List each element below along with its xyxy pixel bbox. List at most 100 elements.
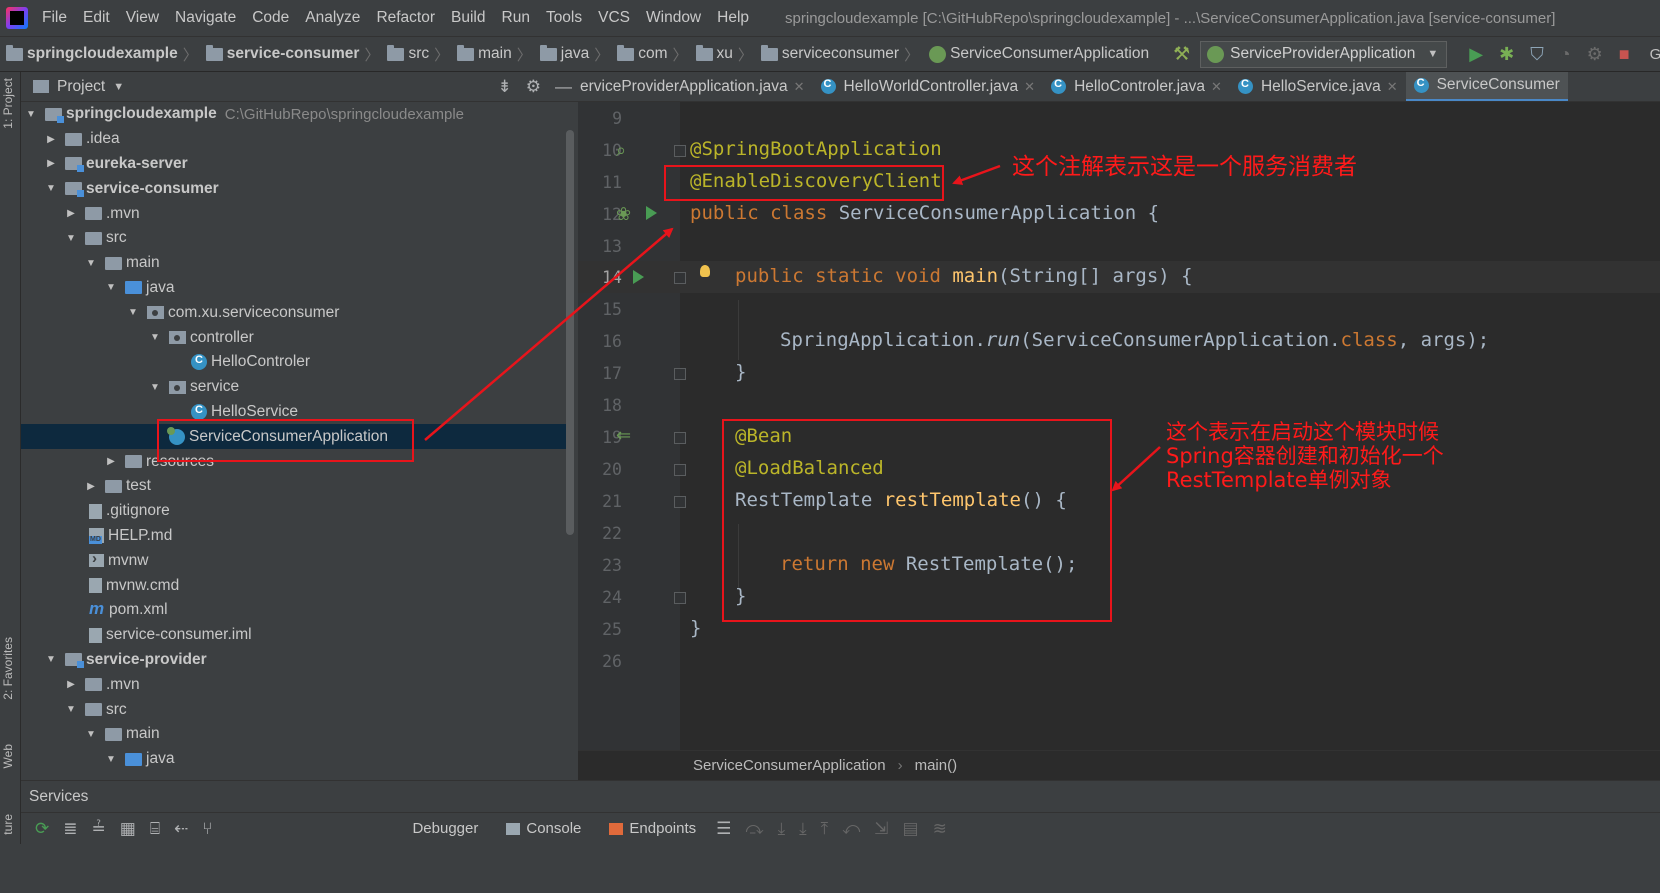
close-icon[interactable]: ✕ [794,79,805,95]
menu-run[interactable]: Run [502,9,530,27]
tree-node-provider-main[interactable]: ▼ main [21,722,566,747]
tab-serviceconsumerapplication[interactable]: ServiceConsumer [1405,72,1568,101]
debug-icon[interactable]: ✱ [1499,44,1514,65]
menu-window[interactable]: Window [646,9,701,27]
tree-node-main[interactable]: ▼ main [21,251,566,276]
force-step-into-icon[interactable]: ⤓ [799,819,807,839]
tab-debugger[interactable]: Debugger [412,820,478,837]
tree-node-controller[interactable]: ▼ controller [21,325,566,350]
tree-collapsed-arrow-icon[interactable]: ▶ [85,481,97,492]
tree-node-iml[interactable]: service-consumer.iml [21,623,566,648]
lightbulb-icon[interactable] [700,265,710,277]
tab-console[interactable]: Console [506,820,581,837]
menu-refactor[interactable]: Refactor [376,9,435,27]
navigate-back-icon[interactable]: ⇠ [174,819,188,839]
coverage-icon[interactable]: ⛉ [1530,44,1544,65]
fold-marker-icon[interactable] [674,464,686,476]
tree-expanded-arrow-icon[interactable]: ▼ [127,307,139,318]
tree-collapsed-arrow-icon[interactable]: ▶ [45,134,57,145]
menu-view[interactable]: View [126,9,159,27]
tree-expanded-arrow-icon[interactable]: ▼ [65,704,77,715]
crumb-serviceconsumer[interactable]: serviceconsumer 〉 [755,44,921,65]
tree-node-idea[interactable]: ▶ .idea [21,127,566,152]
favorites-tool-tab[interactable]: 2: Favorites [1,637,15,700]
collapse-all-icon[interactable]: ⇟ [498,77,512,97]
menu-file[interactable]: File [42,9,67,27]
project-tool-tab[interactable]: 1: Project [1,78,15,129]
menu-navigate[interactable]: Navigate [175,9,236,27]
profile-icon[interactable]: ◔ [1560,44,1571,65]
menu-analyze[interactable]: Analyze [305,9,360,27]
collapse-all-icon[interactable]: ≟ [92,819,106,839]
tree-node-mvn[interactable]: ▶ .mvn [21,201,566,226]
tree-expanded-arrow-icon[interactable]: ▼ [149,382,161,393]
project-view-select[interactable]: Project [57,78,105,96]
stop-icon[interactable]: ■ [1619,44,1630,65]
tab-helloservice[interactable]: HelloService.java✕ [1230,72,1406,101]
fold-marker-icon[interactable] [674,145,686,157]
menu-vcs[interactable]: VCS [598,9,630,27]
tree-collapsed-arrow-icon[interactable]: ▶ [45,158,57,169]
tree-node-pom-xml[interactable]: m pom.xml [21,598,566,623]
step-over-icon[interactable]: ⤼ [745,819,763,839]
crumb-class[interactable]: ServiceConsumerApplication [921,45,1149,63]
gear-icon[interactable]: ⚙ [526,77,541,97]
tab-hellocontroler[interactable]: HelloControler.java✕ [1043,72,1230,101]
spring-bean-search-icon[interactable]: ⌕ [616,140,626,161]
crumb-xu[interactable]: xu 〉 [690,44,755,65]
tree-node-eureka-server[interactable]: ▶ eureka-server [21,152,566,177]
close-icon[interactable]: ✕ [1024,79,1035,95]
tree-node-provider-src[interactable]: ▼ src [21,697,566,722]
close-icon[interactable]: ✕ [1387,79,1398,95]
fold-marker-icon[interactable] [674,592,686,604]
tree-expanded-arrow-icon[interactable]: ▼ [25,109,37,120]
tree-expanded-arrow-icon[interactable]: ▼ [105,754,117,765]
run-gutter-icon[interactable] [633,270,644,284]
trace-icon[interactable]: ≋ [933,819,947,839]
filter-icon[interactable]: ⌸ [150,819,160,839]
breadcrumb-method[interactable]: main() [915,757,958,774]
tree-node-mvnw[interactable]: mvnw [21,548,566,573]
project-tree-scrollbar[interactable] [566,130,574,535]
drop-frame-icon[interactable]: ⤺ [842,819,860,839]
tree-node-package[interactable]: ▼ com.xu.serviceconsumer [21,300,566,325]
fold-marker-icon[interactable] [674,368,686,380]
group-by-icon[interactable]: ▦ [120,819,136,839]
menu-code[interactable]: Code [252,9,289,27]
structure-tool-tab[interactable]: ture [1,814,15,835]
crumb-main[interactable]: main 〉 [451,44,534,65]
tree-node-test[interactable]: ▶ test [21,474,566,499]
tree-node-java[interactable]: ▼ java [21,276,566,301]
attach-icon[interactable]: ⚙ [1587,44,1603,65]
tree-expanded-arrow-icon[interactable]: ▼ [45,654,57,665]
tree-collapsed-arrow-icon[interactable]: ▶ [65,208,77,219]
run-to-cursor-icon[interactable]: ⇲ [874,819,888,839]
tree-node-src[interactable]: ▼ src [21,226,566,251]
tree-expanded-arrow-icon[interactable]: ▼ [149,332,161,343]
refresh-icon[interactable]: ⟳ [35,819,49,839]
step-out-icon[interactable]: ⤒ [821,819,829,839]
tree-node-service-provider[interactable]: ▼ service-provider [21,648,566,673]
tree-expanded-arrow-icon[interactable]: ▼ [65,233,77,244]
hide-panel-icon[interactable]: — [555,77,572,97]
evaluate-icon[interactable]: ▤ [903,819,919,839]
build-hammer-icon[interactable]: ⚒ [1173,43,1190,66]
tab-endpoints[interactable]: Endpoints [609,820,696,837]
menu-tools[interactable]: Tools [546,9,582,27]
crumb-src[interactable]: src 〉 [381,44,451,65]
tree-expanded-arrow-icon[interactable]: ▼ [85,729,97,740]
web-tool-tab[interactable]: Web [1,744,15,768]
fold-marker-icon[interactable] [674,272,686,284]
tree-node-provider-mvn[interactable]: ▶ .mvn [21,672,566,697]
crumb-module[interactable]: service-consumer 〉 [200,44,382,65]
run-icon[interactable]: ▶ [1469,44,1483,65]
tree-node-service[interactable]: ▼ service [21,375,566,400]
tree-node-provider-java[interactable]: ▼ java [21,747,566,772]
tree-expanded-arrow-icon[interactable]: ▼ [105,282,117,293]
run-gutter-icon[interactable] [646,206,657,220]
menu-edit[interactable]: Edit [83,9,110,27]
git-label[interactable]: Git [1650,46,1660,63]
close-icon[interactable]: ✕ [1211,79,1222,95]
tree-node-gitignore[interactable]: .gitignore [21,499,566,524]
tree-node-project-root[interactable]: ▼ springcloudexample C:\GitHubRepo\springc… [21,102,566,127]
